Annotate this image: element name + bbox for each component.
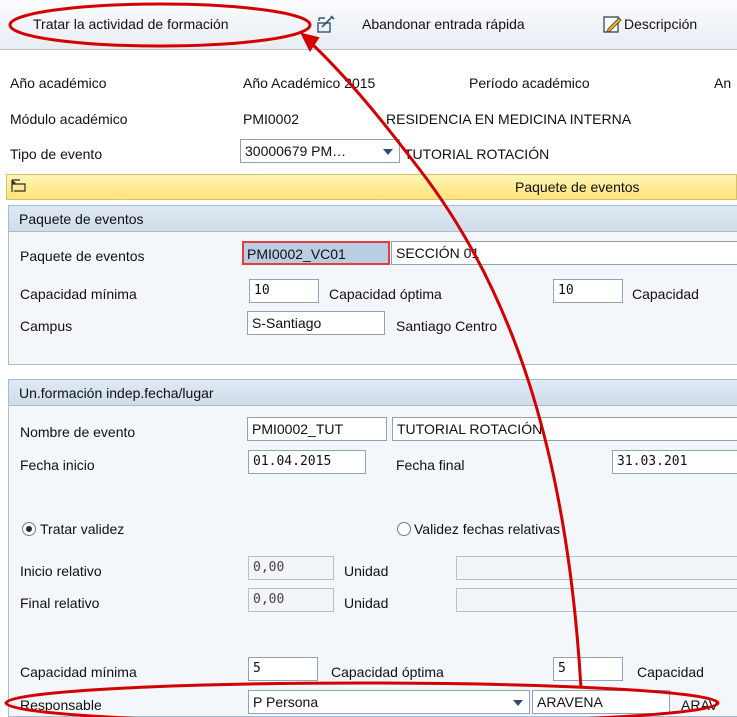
academic-module-name: RESIDENCIA EN MEDICINA INTERNA bbox=[386, 111, 632, 127]
end-date-label: Fecha final bbox=[396, 457, 465, 473]
package-min-capacity-field[interactable]: 10 bbox=[249, 279, 319, 303]
training-min-capacity-label: Capacidad mínima bbox=[20, 664, 137, 680]
package-opt-capacity-field[interactable]: 10 bbox=[553, 279, 623, 303]
relative-start-field[interactable]: 0,00 bbox=[248, 556, 334, 580]
academic-module-label: Módulo académico bbox=[10, 111, 128, 127]
start-date-label: Fecha inicio bbox=[20, 457, 95, 473]
event-code-field[interactable]: PMI0002_TUT bbox=[247, 417, 387, 441]
training-opt-capacity-field[interactable]: 5 bbox=[553, 657, 623, 681]
start-date-field[interactable]: 01.04.2015 bbox=[248, 450, 366, 474]
training-opt-capacity-label: Capacidad óptima bbox=[331, 664, 444, 680]
end-date-field[interactable]: 31.03.201 bbox=[612, 450, 737, 474]
package-min-capacity-label: Capacidad mínima bbox=[20, 286, 137, 302]
training-unit-group-title: Un.formación indep.fecha/lugar bbox=[9, 380, 737, 406]
exit-quick-entry-icon[interactable] bbox=[316, 14, 336, 34]
responsible-type-value: P Persona bbox=[253, 694, 319, 710]
relative-start-unit-field[interactable] bbox=[456, 556, 737, 580]
event-package-group-title: Paquete de eventos bbox=[9, 206, 737, 232]
event-package-tabstrip: Paquete de eventos bbox=[6, 174, 737, 200]
academic-period-value: An bbox=[714, 75, 732, 91]
validity-radio-label: Tratar validez bbox=[40, 521, 125, 537]
relative-start-label: Inicio relativo bbox=[20, 563, 102, 579]
event-type-label: Tipo de evento bbox=[10, 146, 103, 162]
responsible-name-value: ARAV bbox=[681, 697, 719, 713]
responsible-id-field[interactable]: ARAVENA bbox=[532, 690, 670, 714]
relative-end-field[interactable]: 0,00 bbox=[248, 588, 334, 612]
relative-end-label: Final relativo bbox=[20, 595, 100, 611]
academic-year-value: Año Académico 2015 bbox=[243, 75, 376, 91]
academic-year-label: Año académico bbox=[10, 75, 107, 91]
event-package-name-field[interactable]: SECCIÓN 01 bbox=[391, 241, 737, 265]
relative-start-unit-label: Unidad bbox=[344, 563, 389, 579]
tabstrip-title[interactable]: Paquete de eventos bbox=[515, 178, 640, 196]
package-opt-capacity-label: Capacidad óptima bbox=[329, 286, 442, 302]
event-type-dropdown[interactable]: 30000679 PM… bbox=[240, 139, 400, 163]
relative-dates-radio-label: Validez fechas relativas bbox=[414, 521, 561, 537]
relative-end-unit-field[interactable] bbox=[456, 588, 737, 612]
exit-quick-entry-button[interactable]: Abandonar entrada rápida bbox=[362, 14, 525, 34]
chevron-down-icon bbox=[513, 700, 523, 706]
event-type-name: TUTORIAL ROTACIÓN bbox=[404, 146, 550, 162]
chevron-down-icon bbox=[383, 149, 393, 155]
campus-field[interactable]: S-Santiago bbox=[247, 311, 385, 335]
description-button[interactable]: Descripción bbox=[624, 14, 697, 34]
responsible-type-dropdown[interactable]: P Persona bbox=[248, 690, 530, 714]
event-package-label: Paquete de eventos bbox=[20, 248, 145, 264]
academic-period-label: Período académico bbox=[469, 75, 590, 91]
relative-dates-radio[interactable] bbox=[397, 522, 411, 536]
event-name-label: Nombre de evento bbox=[20, 424, 136, 440]
event-package-code-field[interactable]: PMI0002_VC01 bbox=[242, 241, 390, 265]
description-edit-icon[interactable] bbox=[602, 14, 622, 34]
event-name-field[interactable]: TUTORIAL ROTACIÓN bbox=[392, 417, 737, 441]
application-toolbar: Tratar la actividad de formación Abandon… bbox=[0, 0, 737, 50]
validity-radio[interactable] bbox=[22, 522, 36, 536]
training-min-capacity-field[interactable]: 5 bbox=[248, 657, 318, 681]
training-max-capacity-label: Capacidad bbox=[637, 664, 704, 680]
event-type-code: 30000679 PM… bbox=[245, 143, 347, 159]
campus-label: Campus bbox=[20, 318, 73, 334]
package-max-capacity-label: Capacidad bbox=[632, 286, 699, 302]
academic-module-code: PMI0002 bbox=[243, 111, 300, 127]
responsible-label: Responsable bbox=[20, 697, 102, 713]
collapse-panel-icon[interactable] bbox=[11, 179, 27, 193]
campus-name: Santiago Centro bbox=[396, 318, 498, 334]
relative-end-unit-label: Unidad bbox=[344, 595, 389, 611]
process-training-activity-button[interactable]: Tratar la actividad de formación bbox=[33, 14, 229, 34]
